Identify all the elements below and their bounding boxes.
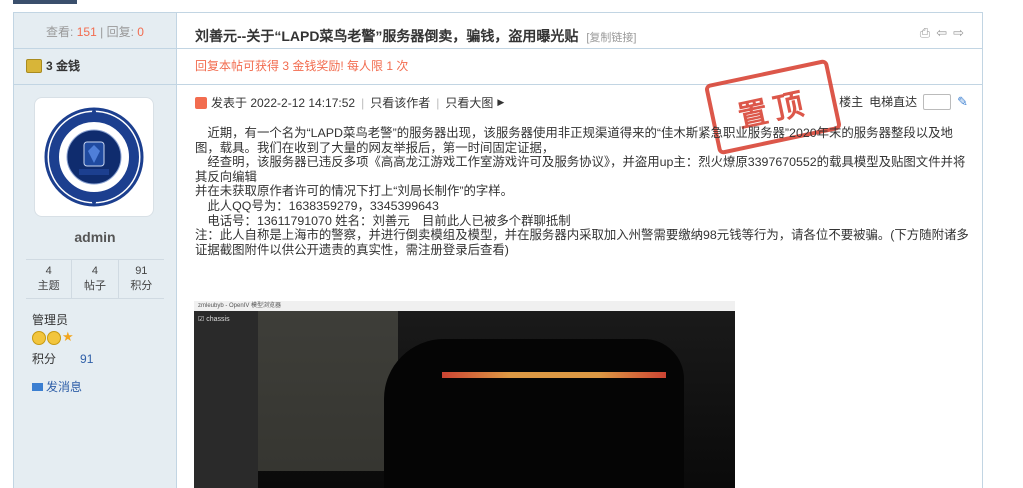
stat-label: 帖子 [83,280,106,292]
wrench-icon[interactable]: ✎ [957,94,968,110]
stat-points[interactable]: 91 积分 [119,260,164,298]
screenshot-tree: ☑ chassis [194,311,266,488]
floor-controls: 楼主 电梯直达 ✎ [839,93,968,110]
elevator-label: 电梯直达 [869,95,918,109]
thread-stats: 查看: 151 | 回复: 0 [14,23,176,40]
top-tab [13,0,77,4]
stat-value: 4 [91,265,99,277]
points-row: 积分 91 [32,350,93,367]
user-stats: 4 主题 4 帖子 91 积分 [26,259,164,299]
thread-title-text: 刘善元--关于“LAPD菜鸟老警”服务器倒卖，骗钱，盗用曝光贴 [195,28,579,44]
stat-value: 4 [45,265,52,277]
post-date: 发表于 2022-2-12 14:17:52 [211,96,356,110]
floor-label: 楼主 [839,95,864,109]
divider [14,48,176,49]
stat-label: 主题 [37,280,60,292]
screenshot-background [258,311,398,471]
username[interactable]: admin [14,229,176,245]
replies-label: 回复: [106,25,134,39]
points-value[interactable]: 91 [80,352,93,366]
points-label: 积分 [32,352,57,366]
next-thread-icon[interactable]: ⇨ [953,25,964,41]
reward-coin: 3 金钱 [26,57,80,74]
post-paragraph: 电话号：13611791070 姓名：刘善元 目前此人已被多个群聊抵制 [195,213,571,228]
author-sidebar: 查看: 151 | 回复: 0 3 金钱 admin 4 主题 4 帖子 91 … [14,13,177,488]
stat-threads[interactable]: 4 主题 [26,260,73,298]
only-large-images-link[interactable]: 只看大图 [445,94,493,111]
reward-notice: 回复本帖可获得 3 金钱奖励! 每人限 1 次 [195,59,409,73]
star-icon: ★ [62,329,74,344]
medal-icon [32,331,46,345]
user-rank-medals: ★ [32,329,74,345]
separator: | [436,95,440,110]
post-paragraph: 并在未获取原作者许可的情况下打上“刘局长制作”的字样。 [195,184,514,199]
evidence-screenshot[interactable]: zmleubyb - OpenIV 模型浏览器 ☑ chassis [194,301,735,488]
avatar[interactable] [34,97,154,217]
triangle-right-icon: ▶ [497,97,505,107]
post-main: 刘善元--关于“LAPD菜鸟老警”服务器倒卖，骗钱，盗用曝光贴 [复制链接] ⎙… [177,13,982,488]
stats-divider: | [100,25,104,39]
stat-label: 积分 [130,280,153,292]
copy-link-button[interactable]: [复制链接] [586,32,636,44]
screenshot-lightbar [442,372,666,378]
post-paragraph: 经查明，该服务器已违反多项《高高龙江游戏工作室游戏许可及服务协议》，并盗用up主… [195,155,966,184]
post-container: 查看: 151 | 回复: 0 3 金钱 admin 4 主题 4 帖子 91 … [13,12,983,488]
thread-tools: ⎙ ⇦ ⇨ [920,25,964,41]
mail-icon [32,382,43,391]
online-status-icon [195,96,207,109]
only-author-link[interactable]: 只看该作者 [370,94,430,111]
post-content: 近期，有一个名为“LAPD菜鸟老警”的服务器出现，该服务器使用非正规渠道得来的“… [195,126,975,257]
divider [177,84,982,85]
send-message-label: 发消息 [46,380,83,394]
elevator-input[interactable] [923,93,952,110]
print-icon[interactable]: ⎙ [920,25,930,41]
screenshot-tree-item: chassis [206,316,230,323]
medal-icon [47,331,61,345]
stat-value: 91 [135,265,148,277]
views-label: 查看: [46,25,74,39]
coin-icon [26,58,42,73]
post-paragraph: 注：此人自称是上海市的警察，并进行倒卖模组及模型，并在服务器内采取加入州警需要缴… [195,228,969,257]
thread-title: 刘善元--关于“LAPD菜鸟老警”服务器倒卖，骗钱，盗用曝光贴 [复制链接] [195,26,636,46]
divider [14,84,176,85]
replies-count: 0 [137,25,144,39]
post-paragraph: 此人QQ号为：1638359279，3345399643 [195,198,439,213]
screenshot-titlebar: zmleubyb - OpenIV 模型浏览器 [194,301,735,311]
screenshot-vehicle [384,339,684,488]
prev-thread-icon[interactable]: ⇦ [936,25,947,41]
police-badge-icon [44,107,144,207]
post-meta: 发表于 2022-2-12 14:17:52 | 只看该作者 | 只看大图 ▶ [195,94,504,111]
separator: | [361,95,365,110]
send-message-link[interactable]: 发消息 [32,378,82,395]
post-paragraph: 近期，有一个名为“LAPD菜鸟老警”的服务器出现，该服务器使用非正规渠道得来的“… [195,126,953,155]
views-count: 151 [76,25,97,39]
stat-posts[interactable]: 4 帖子 [72,260,119,298]
user-role[interactable]: 管理员 [32,311,68,328]
coin-text: 3 金钱 [46,59,81,73]
divider [177,48,982,49]
